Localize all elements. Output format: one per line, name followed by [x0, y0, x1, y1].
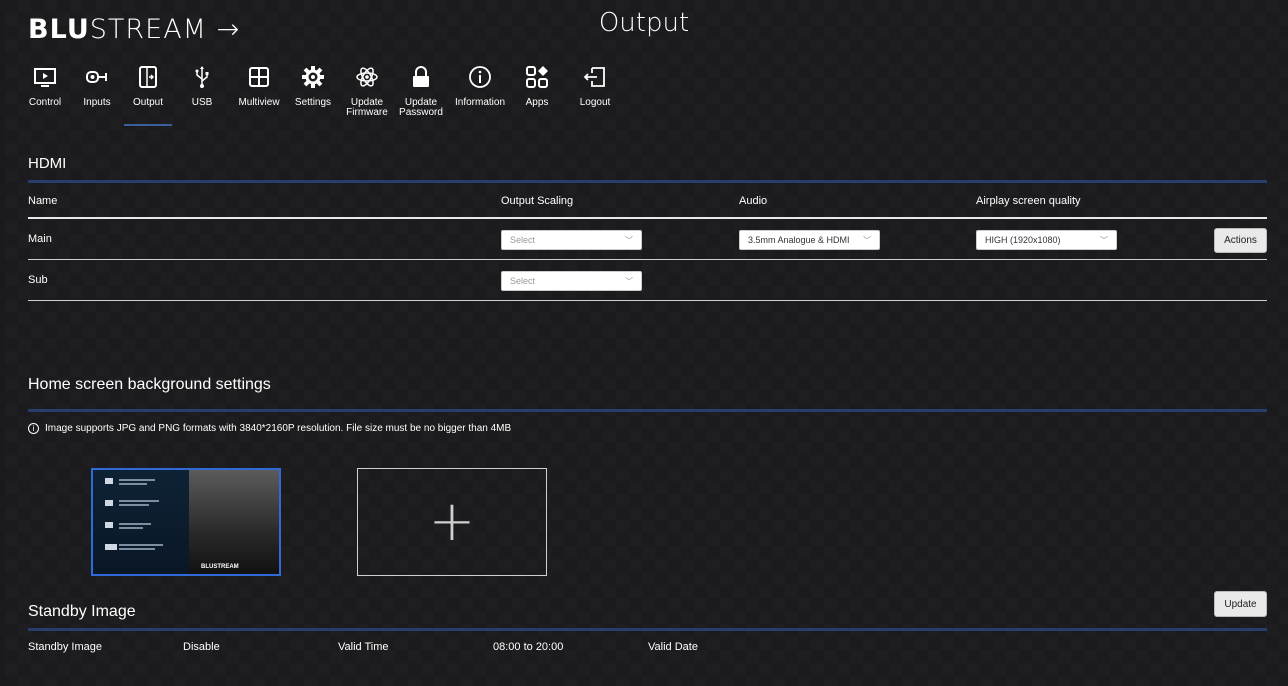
- thumbnail-menu-panel: [93, 470, 189, 574]
- nav-multiview[interactable]: Multiview: [232, 64, 286, 126]
- nav-usb[interactable]: USB: [172, 64, 232, 126]
- col-name: Name: [28, 195, 58, 207]
- valid-time-value[interactable]: 08:00 to 20:00: [493, 641, 563, 653]
- nav-label: Output: [132, 97, 164, 108]
- output-icon: [135, 64, 161, 90]
- info-text: Image supports JPG and PNG formats with …: [45, 423, 512, 434]
- nav-label: Update Password: [399, 97, 443, 118]
- nav-inputs[interactable]: Inputs: [70, 64, 124, 126]
- nav-label: Multiview: [238, 97, 280, 108]
- output-scaling-select[interactable]: Select ﹀: [501, 230, 642, 250]
- hdmi-divider: [28, 180, 1267, 183]
- info-icon: i: [28, 423, 39, 434]
- standby-label: Standby Image: [28, 641, 102, 653]
- airplay-quality-select[interactable]: HIGH (1920x1080) ﹀: [976, 230, 1117, 250]
- standby-value[interactable]: Disable: [183, 641, 220, 653]
- nav-update-password[interactable]: Update Password: [394, 64, 448, 126]
- background-thumbnail-selected[interactable]: BLUSTREAM: [91, 468, 281, 576]
- standby-title: Standby Image: [28, 603, 136, 620]
- info-icon: [467, 64, 493, 90]
- col-audio: Audio: [739, 195, 768, 207]
- apps-icon: [524, 64, 550, 90]
- audio-select[interactable]: 3.5mm Analogue & HDMI ﹀: [739, 230, 880, 250]
- nav-control[interactable]: Control: [20, 64, 70, 126]
- col-output-scaling: Output Scaling: [501, 195, 574, 207]
- home-bg-title: Home screen background settings: [28, 376, 271, 393]
- thumbnail-logo: BLUSTREAM: [201, 564, 239, 570]
- valid-date-label: Valid Date: [648, 641, 698, 653]
- gear-icon: [300, 64, 326, 90]
- nav-update-firmware[interactable]: Update Firmware: [340, 64, 394, 126]
- plus-icon: +: [428, 489, 476, 554]
- nav-label: USB: [191, 97, 213, 108]
- nav-label: Update Firmware: [346, 97, 388, 118]
- nav-label: Settings: [294, 97, 332, 108]
- nav-logout[interactable]: Logout: [562, 64, 628, 126]
- usb-icon: [189, 64, 215, 90]
- row-name: Sub: [28, 274, 48, 286]
- nav-apps[interactable]: Apps: [512, 64, 562, 126]
- table-row: Sub Select ﹀: [28, 261, 1267, 301]
- nav-information[interactable]: Information: [448, 64, 512, 126]
- nav-output[interactable]: Output: [124, 64, 172, 126]
- hdmi-title: HDMI: [28, 155, 67, 172]
- atom-icon: [354, 64, 380, 90]
- valid-time-label: Valid Time: [338, 641, 389, 653]
- update-button[interactable]: Update: [1214, 591, 1267, 617]
- lock-icon: [408, 64, 434, 90]
- main-nav: Control Inputs Output USB Multiview Sett…: [20, 64, 628, 126]
- nav-label: Information: [454, 97, 506, 108]
- nav-label: Apps: [525, 97, 549, 108]
- thumbnail-city-image: [189, 470, 279, 574]
- chevron-down-icon: ﹀: [625, 276, 633, 286]
- multiview-grid-icon: [246, 64, 272, 90]
- row-name: Main: [28, 233, 52, 245]
- chevron-down-icon: ﹀: [1100, 235, 1108, 245]
- nav-label: Control: [28, 97, 62, 108]
- add-background-button[interactable]: +: [357, 468, 547, 576]
- output-scaling-select[interactable]: Select ﹀: [501, 271, 642, 291]
- standby-divider: [28, 628, 1267, 631]
- actions-button[interactable]: Actions: [1214, 228, 1267, 253]
- logout-icon: [582, 64, 608, 90]
- monitor-play-icon: [32, 64, 58, 90]
- hdmi-table-header: Name Output Scaling Audio Airplay screen…: [28, 189, 1267, 219]
- nav-label: Inputs: [83, 97, 111, 108]
- col-airplay-quality: Airplay screen quality: [976, 195, 1081, 207]
- chevron-down-icon: ﹀: [863, 235, 871, 245]
- table-row: Main Select ﹀ 3.5mm Analogue & HDMI ﹀ HIGH…: [28, 220, 1267, 260]
- chevron-down-icon: ﹀: [625, 235, 633, 245]
- page-title: Output: [598, 8, 690, 38]
- nav-settings[interactable]: Settings: [286, 64, 340, 126]
- nav-label: Logout: [579, 97, 611, 108]
- input-connector-icon: [84, 64, 110, 90]
- home-bg-info: i Image supports JPG and PNG formats wit…: [28, 423, 511, 434]
- home-bg-divider: [28, 409, 1267, 412]
